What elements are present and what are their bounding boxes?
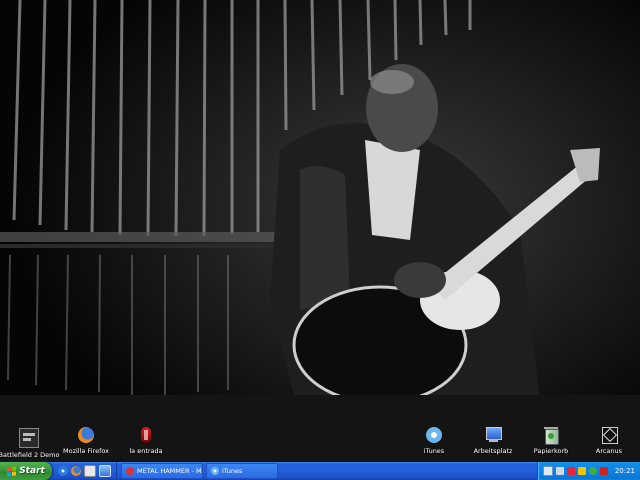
arcanus-icon xyxy=(600,426,618,444)
desktop-icon-label: Arcanus xyxy=(595,447,623,455)
la-entrada-icon xyxy=(137,426,155,444)
desktop-icon-label: Arbeitsplatz xyxy=(473,447,513,455)
desktop-icon-firefox[interactable]: Mozilla Firefox xyxy=(57,426,115,455)
desktop-icon-arbeitsplatz[interactable]: Arbeitsplatz xyxy=(464,426,522,455)
desktop-wallpaper xyxy=(0,0,640,462)
task-label: METAL HAMMER - MA... xyxy=(137,467,202,475)
computer-icon xyxy=(484,426,502,444)
task-list: METAL HAMMER - MA... iTunes xyxy=(117,463,537,479)
task-button-metal-hammer[interactable]: METAL HAMMER - MA... xyxy=(121,463,203,479)
antivirus-icon[interactable] xyxy=(566,467,575,475)
taskbar: Start METAL HAMMER - MA... iTunes 20:21 xyxy=(0,462,640,480)
window-icon xyxy=(126,467,134,475)
itunes-icon xyxy=(211,467,219,475)
system-tray: 20:21 xyxy=(536,462,640,480)
start-button[interactable]: Start xyxy=(0,462,52,480)
desktop-icon[interactable] xyxy=(99,465,111,477)
quick-launch-bar xyxy=(52,462,117,480)
mail-icon[interactable] xyxy=(84,465,96,477)
desktop-icon-papierkorb[interactable]: Papierkorb xyxy=(522,426,580,455)
task-button-itunes[interactable]: iTunes xyxy=(206,463,278,479)
task-label: iTunes xyxy=(222,467,243,475)
volume-icon[interactable] xyxy=(555,467,564,475)
messenger-icon[interactable] xyxy=(588,467,597,475)
security-icon[interactable] xyxy=(577,467,586,475)
wallpaper-image xyxy=(0,0,640,462)
desktop-icon-label: Battlefield 2 Demo xyxy=(0,451,60,459)
windows-flag-icon xyxy=(7,466,17,476)
update-icon[interactable] xyxy=(599,467,608,475)
desktop-icon-itunes[interactable]: iTunes xyxy=(405,426,463,455)
desktop-icon-la-entrada[interactable]: la entrada xyxy=(117,426,175,455)
desktop-icon-label: Mozilla Firefox xyxy=(63,447,109,455)
firefox-icon[interactable] xyxy=(71,466,81,476)
clock[interactable]: 20:21 xyxy=(611,467,635,475)
desktop-icon-label: iTunes xyxy=(423,447,445,455)
itunes-icon xyxy=(425,426,443,444)
ie-icon[interactable] xyxy=(58,466,68,476)
battlefield-icon xyxy=(19,428,39,448)
recycle-bin-icon xyxy=(542,426,560,445)
desktop-icon-label: la entrada xyxy=(129,447,163,455)
desktop-icon-battlefield[interactable]: Battlefield 2 Demo xyxy=(0,428,60,459)
firefox-icon xyxy=(77,426,95,444)
start-label: Start xyxy=(19,466,45,476)
desktop-icon-label: Papierkorb xyxy=(533,447,569,455)
desktop-icon-arcanus[interactable]: Arcanus xyxy=(580,426,638,455)
network-icon[interactable] xyxy=(542,466,553,476)
